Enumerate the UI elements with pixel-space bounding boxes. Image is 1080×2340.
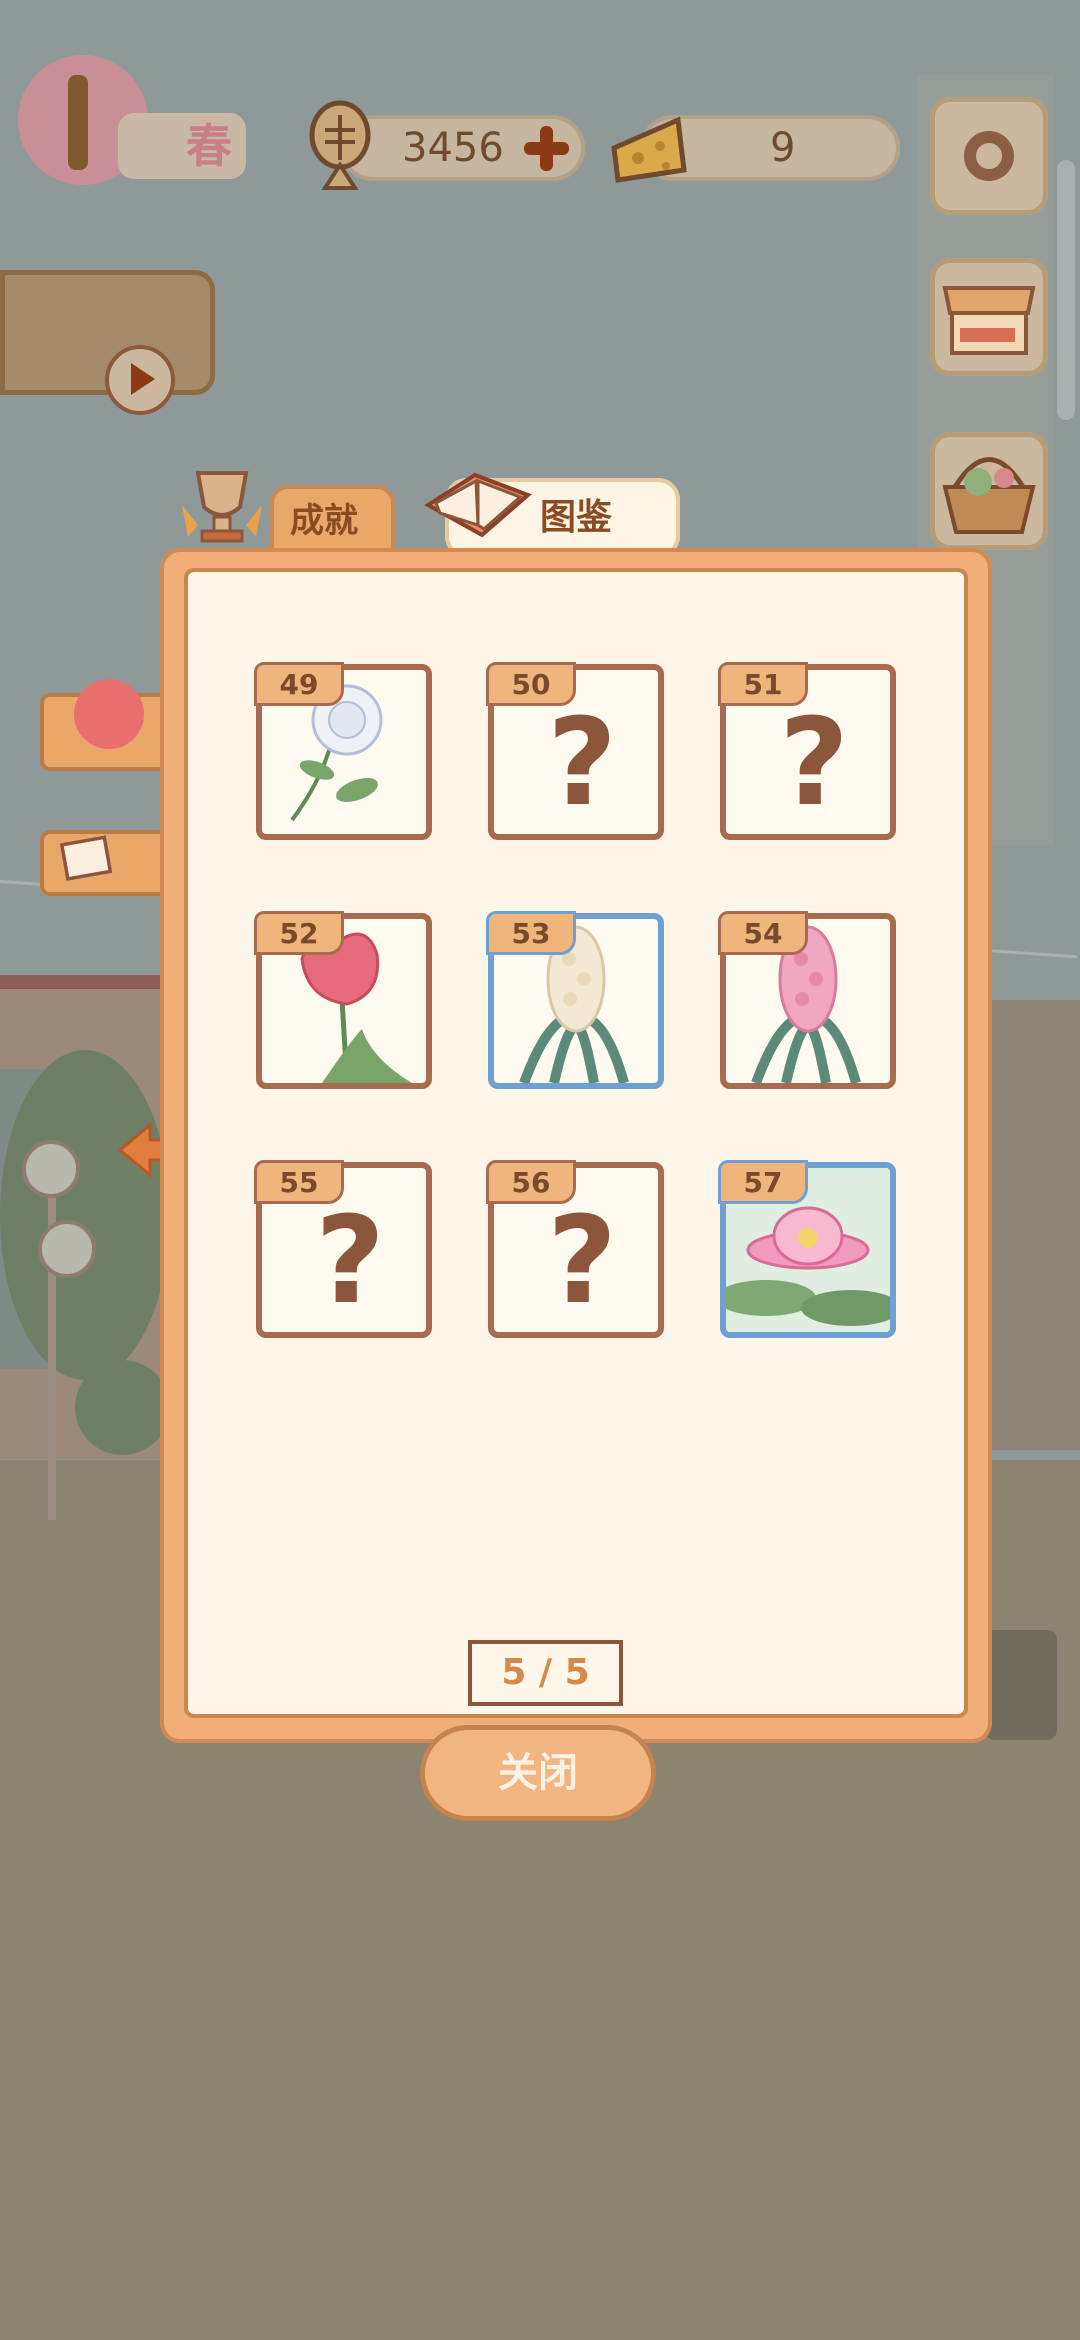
fish-bone-icon xyxy=(309,100,371,190)
book-icon xyxy=(424,472,532,538)
trophy-icon xyxy=(182,471,262,543)
scrollbar[interactable] xyxy=(1057,160,1075,420)
card-number: 55 xyxy=(254,1160,344,1204)
card-number: 50 xyxy=(486,662,576,706)
card-number: 51 xyxy=(718,662,808,706)
rose-icon xyxy=(74,679,144,749)
season-badge[interactable]: 春 xyxy=(18,55,246,185)
settings-button[interactable] xyxy=(930,97,1048,215)
card-number: 56 xyxy=(486,1160,576,1204)
basket-button[interactable] xyxy=(930,432,1048,550)
season-label: 春 xyxy=(118,113,246,179)
shop-icon xyxy=(942,286,1036,355)
catalog-card-52[interactable]: 52 xyxy=(254,911,432,1089)
basket-icon xyxy=(942,457,1036,534)
card-number: 49 xyxy=(254,662,344,706)
catalog-card-49[interactable]: 49 xyxy=(254,662,432,840)
tab-achievements-label: 成就 xyxy=(290,501,358,541)
unknown-placeholder: ? xyxy=(547,1192,617,1331)
tab-catalog-label: 图鉴 xyxy=(540,497,613,538)
card-number: 57 xyxy=(718,1160,808,1204)
background-bush xyxy=(75,1360,170,1455)
card-number: 53 xyxy=(486,911,576,955)
tab-achievements[interactable]: 成就 xyxy=(270,485,395,557)
unknown-placeholder: ? xyxy=(315,1192,385,1331)
catalog-card-54[interactable]: 54 xyxy=(718,911,896,1089)
catalog-card-55[interactable]: ? 55 xyxy=(254,1160,432,1338)
close-button[interactable]: 关闭 xyxy=(420,1725,656,1821)
photo-category-tab[interactable] xyxy=(40,830,168,896)
catalog-card-56[interactable]: ? 56 xyxy=(486,1160,664,1338)
catalog-card-53[interactable]: 53 xyxy=(486,911,664,1089)
cheese-count: 9 xyxy=(770,125,796,171)
catalog-dialog: 49 ? 50 ? 51 52 53 54 ? 55 ? 56 57 xyxy=(160,548,992,1743)
page-indicator: 5 / 5 xyxy=(468,1640,623,1706)
photo-icon xyxy=(59,835,113,881)
catalog-card-50[interactable]: ? 50 xyxy=(486,662,664,840)
fish-count: 3456 xyxy=(402,125,504,171)
cat-decoration xyxy=(985,1630,1057,1740)
street-lamp xyxy=(22,1140,80,1198)
play-icon[interactable] xyxy=(105,345,175,415)
card-number: 54 xyxy=(718,911,808,955)
catalog-card-57[interactable]: 57 xyxy=(718,1160,896,1338)
catalog-card-51[interactable]: ? 51 xyxy=(718,662,896,840)
street-lamp xyxy=(38,1220,96,1278)
unknown-placeholder: ? xyxy=(779,694,849,833)
shop-button[interactable] xyxy=(930,258,1048,376)
cheese-icon xyxy=(611,116,687,183)
catalog-panel: 49 ? 50 ? 51 52 53 54 ? 55 ? 56 57 xyxy=(184,568,968,1718)
unknown-placeholder: ? xyxy=(547,694,617,833)
add-fish-button[interactable] xyxy=(520,122,572,174)
card-number: 52 xyxy=(254,911,344,955)
background-house-right xyxy=(990,1000,1080,1450)
background-tree xyxy=(0,1050,170,1380)
gear-icon xyxy=(964,131,1014,181)
